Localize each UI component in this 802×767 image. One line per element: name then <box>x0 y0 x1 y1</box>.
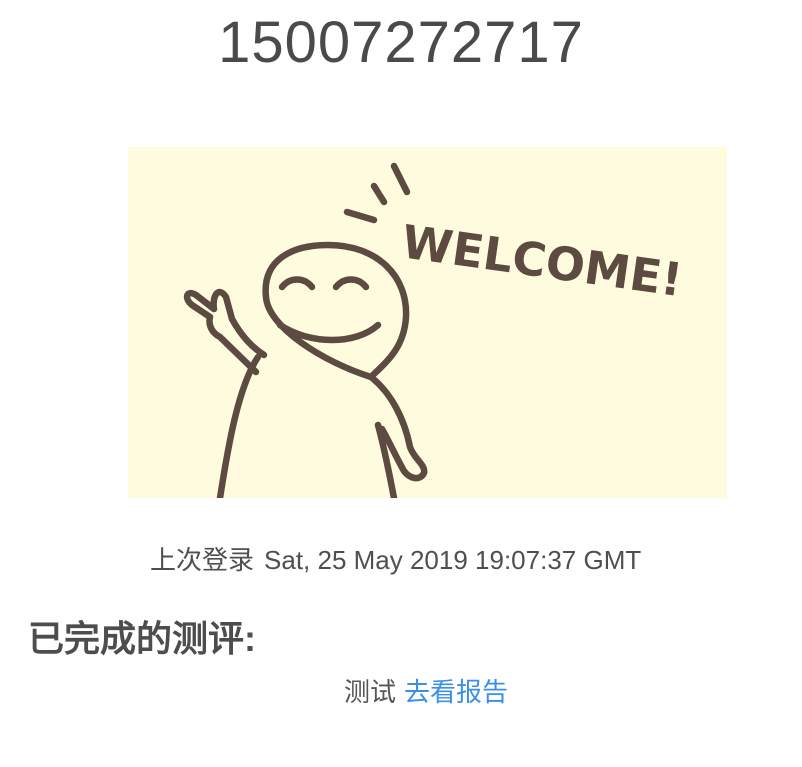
completed-assessments-heading: 已完成的测评: <box>28 618 256 659</box>
user-phone-number: 15007272717 <box>218 10 584 75</box>
completed-assessment-item: 测试 去看报告 <box>0 673 802 711</box>
welcome-text: WELCOME! <box>398 214 685 307</box>
welcome-banner-image: WELCOME! <box>128 147 727 498</box>
last-login-timestamp: Sat, 25 May 2019 19:07:37 GMT <box>264 545 642 575</box>
last-login-info: 上次登录 Sat, 25 May 2019 19:07:37 GMT <box>150 542 651 578</box>
welcome-illustration: WELCOME! <box>183 162 686 498</box>
assessment-name: 测试 <box>343 677 396 707</box>
view-report-link[interactable]: 去看报告 <box>404 677 508 707</box>
last-login-label: 上次登录 <box>150 545 255 575</box>
